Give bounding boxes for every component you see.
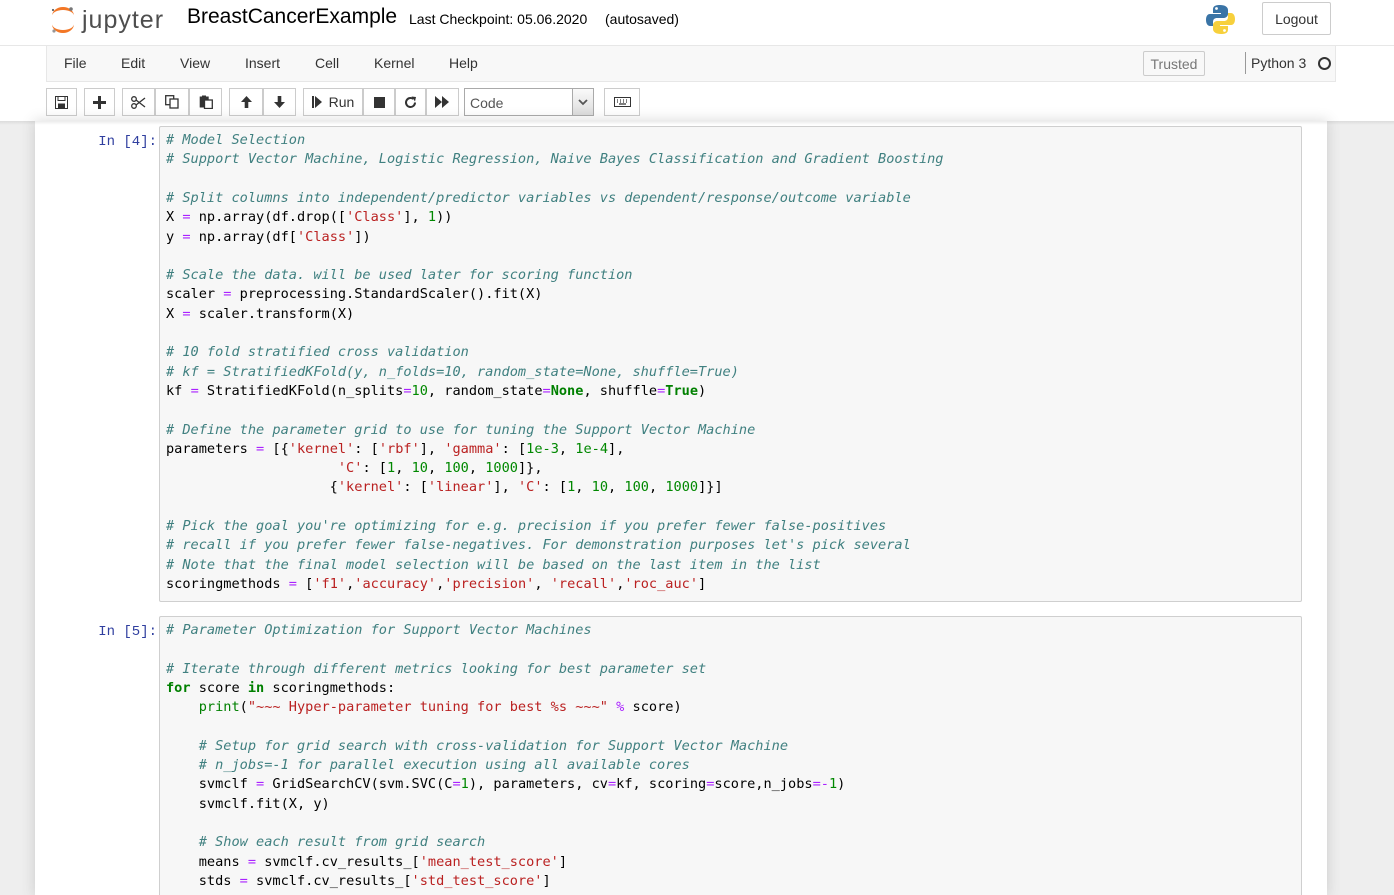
toolbar-shadow (0, 121, 1394, 125)
code-line: # 10 fold stratified cross validation (166, 344, 469, 361)
keyboard-icon (613, 97, 631, 107)
code-editor[interactable]: # Model Selection # Support Vector Machin… (159, 126, 1302, 602)
toolbar: Run Code (0, 82, 1394, 121)
code-line: # recall if you prefer fewer false-negat… (166, 537, 911, 554)
save-button[interactable] (46, 88, 77, 116)
chevron-down-icon (572, 89, 593, 115)
code-editor[interactable]: # Parameter Optimization for Support Vec… (159, 616, 1302, 895)
paste-icon (199, 95, 213, 109)
move-up-button[interactable] (229, 88, 263, 116)
code-line: {'kernel': ['linear'], 'C': [1, 10, 100,… (166, 479, 723, 496)
logout-button[interactable]: Logout (1262, 2, 1331, 35)
menubar: File Edit View Insert Cell Kernel Help T… (46, 46, 1336, 82)
restart-button[interactable] (395, 88, 426, 116)
code-line: svmclf.fit(X, y) (166, 795, 330, 812)
input-prompt: In [5]: (98, 624, 157, 640)
scissors-icon (131, 95, 146, 109)
code-line: scoringmethods = ['f1','accuracy','preci… (166, 575, 707, 592)
menu-help[interactable]: Help (449, 55, 478, 71)
notebook-container: In [4]: # Model Selection # Support Vecto… (35, 121, 1327, 895)
kernel-name: Python 3 (1251, 55, 1307, 71)
copy-button[interactable] (155, 88, 189, 116)
jupyter-logo[interactable]: jupyter (50, 3, 164, 37)
code-line: # Parameter Optimization for Support Vec… (166, 622, 592, 638)
code-line: scaler = preprocessing.StandardScaler().… (166, 286, 543, 303)
code-line: # Note that the final model selection wi… (166, 556, 821, 573)
code-line: X = np.array(df.drop(['Class'], 1)) (166, 209, 453, 226)
logo-text: jupyter (82, 5, 165, 34)
code-line: # Pick the goal you're optimizing for e.… (166, 518, 887, 534)
code-line: means = svmclf.cv_results_['mean_test_sc… (166, 853, 568, 870)
interrupt-button[interactable] (363, 88, 395, 116)
arrow-up-icon (240, 96, 252, 108)
code-line: # Model Selection (166, 132, 306, 148)
fast-forward-icon (435, 96, 449, 108)
notebook-name[interactable]: BreastCancerExample (187, 5, 397, 29)
cell-type-value: Code (470, 95, 504, 111)
code-line: parameters = [{'kernel': ['rbf'], 'gamma… (166, 440, 625, 457)
save-icon (55, 95, 68, 109)
code-line: kf = StratifiedKFold(n_splits=10, random… (166, 382, 707, 399)
code-line: # Support Vector Machine, Logistic Regre… (166, 151, 944, 168)
code-line: # Setup for grid search with cross-valid… (198, 737, 789, 754)
menu-cell[interactable]: Cell (315, 55, 339, 71)
code-line: stds = svmclf.cv_results_['std_test_scor… (166, 872, 551, 889)
code-line: y = np.array(df['Class']) (166, 228, 371, 245)
menu-kernel[interactable]: Kernel (374, 55, 414, 71)
paste-button[interactable] (189, 88, 222, 116)
refresh-icon (405, 96, 416, 108)
code-cell[interactable]: In [4]: # Model Selection # Support Vecto… (35, 121, 1327, 606)
plus-icon (93, 95, 106, 109)
arrow-down-icon (274, 96, 285, 108)
code-line: X = scaler.transform(X) (166, 305, 355, 322)
code-line: # Show each result from grid search (198, 834, 486, 851)
code-line: # Scale the data. will be used later for… (166, 267, 633, 284)
code-line: 'C': [1, 10, 100, 1000]}, (337, 460, 543, 477)
run-label: Run (328, 94, 355, 110)
header-bar: jupyter BreastCancerExample Last Checkpo… (0, 0, 1394, 46)
step-forward-icon (311, 96, 322, 108)
run-button[interactable]: Run (303, 88, 363, 116)
menu-view[interactable]: View (180, 55, 210, 71)
move-down-button[interactable] (263, 88, 296, 116)
menu-edit[interactable]: Edit (121, 55, 145, 71)
menu-insert[interactable]: Insert (245, 55, 280, 71)
trusted-indicator[interactable]: Trusted (1143, 51, 1205, 76)
code-line: svmclf = GridSearchCV(svm.SVC(C=1), para… (166, 776, 846, 793)
code-line: # Iterate through different metrics look… (166, 660, 707, 677)
jupyter-logo-icon (50, 5, 76, 35)
cut-button[interactable] (122, 88, 155, 116)
copy-icon (165, 95, 179, 109)
stop-icon (373, 96, 385, 108)
autosave-status: (autosaved) (605, 11, 679, 27)
restart-run-all-button[interactable] (426, 88, 459, 116)
kernel-divider (1245, 52, 1246, 74)
kernel-idle-icon (1318, 57, 1331, 70)
menu-file[interactable]: File (64, 55, 87, 71)
input-prompt: In [4]: (98, 134, 157, 150)
code-line: # kf = StratifiedKFold(y, n_folds=10, ra… (166, 363, 739, 380)
cell-type-select[interactable]: Code (464, 88, 594, 116)
insert-cell-button[interactable] (84, 88, 115, 116)
checkpoint-status: Last Checkpoint: 05.06.2020 (409, 11, 588, 27)
code-line: # Split columns into independent/predict… (166, 189, 911, 206)
python-logo-icon (1204, 3, 1237, 36)
code-line: print("~~~ Hyper-parameter tuning for be… (198, 699, 682, 716)
code-cell[interactable]: In [5]: # Parameter Optimization for Sup… (35, 611, 1327, 895)
code-line: # n_jobs=-1 for parallel execution using… (198, 757, 690, 774)
code-line: for score in scoringmethods: (166, 679, 396, 696)
code-line: # Define the parameter grid to use for t… (166, 421, 756, 438)
command-palette-button[interactable] (604, 88, 640, 116)
header: jupyter BreastCancerExample Last Checkpo… (0, 0, 1394, 121)
